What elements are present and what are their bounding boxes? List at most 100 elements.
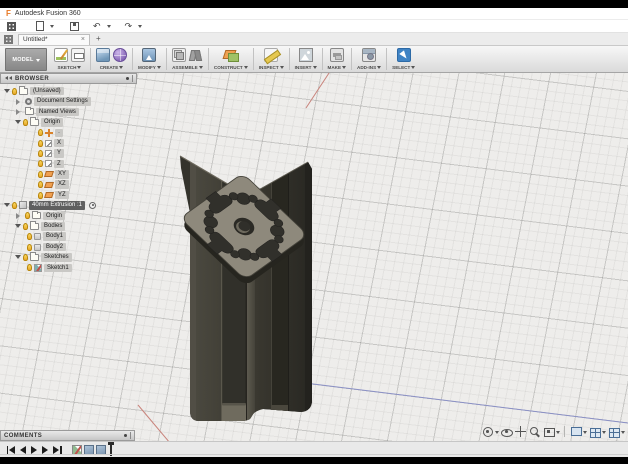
visibility-bulb-icon[interactable]	[38, 170, 43, 178]
timeline-go-to-end-button[interactable]	[53, 445, 62, 454]
redo-caret-icon[interactable]	[138, 25, 143, 30]
select-tool-icon[interactable]	[396, 47, 411, 62]
fit-icon[interactable]	[542, 425, 555, 438]
visibility-bulb-icon[interactable]	[38, 181, 43, 189]
redo-icon[interactable]: ↷	[125, 21, 133, 31]
expand-icon[interactable]	[4, 89, 10, 96]
modify-menu[interactable]: MODIFY	[138, 63, 161, 71]
orbit-caret-icon[interactable]	[495, 430, 499, 436]
construct-menu[interactable]: CONSTRUCT	[214, 63, 248, 71]
create-sketch-icon[interactable]	[54, 47, 68, 62]
panel-options-icon[interactable]	[124, 434, 127, 437]
browser-item-document-settings[interactable]: Document Settings	[0, 96, 137, 106]
app-launcher-icon[interactable]	[7, 21, 16, 31]
viewports-caret-icon[interactable]	[621, 430, 625, 436]
visibility-bulb-icon[interactable]	[38, 129, 43, 137]
create-box-icon[interactable]	[96, 47, 110, 62]
visibility-bulb-icon[interactable]	[23, 222, 28, 230]
visibility-bulb-icon[interactable]	[38, 150, 43, 158]
look-at-icon[interactable]	[500, 425, 513, 438]
file-menu-caret-icon[interactable]	[50, 25, 54, 30]
timeline-extrude-feature-icon[interactable]	[96, 444, 106, 455]
create-menu[interactable]: CREATE	[100, 63, 124, 71]
browser-item-xz-plane[interactable]: XZ	[0, 180, 137, 190]
scripts-addins-icon[interactable]	[362, 47, 377, 62]
insert-image-icon[interactable]	[298, 47, 313, 62]
make-menu[interactable]: MAKE	[328, 63, 347, 71]
select-menu[interactable]: SELECT	[392, 63, 416, 71]
create-form-icon[interactable]	[113, 47, 127, 62]
new-component-icon[interactable]	[171, 47, 186, 62]
undo-icon[interactable]: ↶	[93, 21, 101, 31]
browser-item-origin-point[interactable]: ·	[0, 128, 137, 138]
browser-item-bodies[interactable]: Bodies	[0, 221, 137, 231]
pan-icon[interactable]	[514, 425, 527, 438]
browser-item-sketches[interactable]: Sketches	[0, 252, 137, 262]
press-pull-icon[interactable]	[142, 47, 157, 62]
undo-caret-icon[interactable]	[106, 25, 111, 30]
viewports-icon[interactable]	[607, 425, 620, 438]
display-settings-icon[interactable]	[569, 425, 582, 438]
panel-options-icon[interactable]	[126, 77, 129, 80]
construction-plane-icon[interactable]	[224, 48, 239, 62]
timeline-sketch-feature-icon[interactable]	[72, 444, 82, 455]
visibility-bulb-icon[interactable]	[23, 253, 28, 261]
browser-item-named-views[interactable]: Named Views	[0, 106, 137, 117]
workspace-switcher-button[interactable]: MODEL	[5, 48, 47, 71]
data-panel-toggle-icon[interactable]	[4, 34, 13, 44]
grid-and-snaps-icon[interactable]	[588, 425, 601, 438]
visibility-bulb-icon[interactable]	[25, 212, 30, 220]
make-3d-print-icon[interactable]	[329, 47, 344, 62]
new-tab-button[interactable]: +	[96, 35, 101, 43]
display-settings-caret-icon[interactable]	[583, 430, 587, 436]
timeline-step-back-button[interactable]	[20, 445, 26, 454]
visibility-bulb-icon[interactable]	[12, 87, 17, 95]
sketch-menu[interactable]: SKETCH	[58, 63, 82, 71]
timeline-play-button[interactable]	[31, 445, 37, 454]
browser-item-x-axis[interactable]: X	[0, 138, 137, 148]
browser-item-y-axis[interactable]: Y	[0, 148, 137, 158]
collapse-icon[interactable]	[16, 212, 23, 219]
browser-item-sketch1[interactable]: Sketch1	[0, 263, 137, 273]
collapse-panel-icon[interactable]	[4, 75, 12, 82]
browser-item-component-40mm-extrusion[interactable]: 40mm Extrusion :1	[0, 200, 137, 210]
browser-item-xy-plane[interactable]: XY	[0, 169, 137, 179]
collapse-icon[interactable]	[16, 108, 23, 115]
orbit-icon[interactable]	[481, 425, 494, 438]
panel-scrollbar[interactable]	[132, 75, 133, 82]
browser-item-unsaved[interactable]: (Unsaved)	[0, 86, 137, 96]
collapse-icon[interactable]	[16, 98, 23, 105]
zoom-icon[interactable]	[528, 425, 541, 438]
assemble-menu[interactable]: ASSEMBLE	[172, 63, 203, 71]
visibility-bulb-icon[interactable]	[38, 139, 43, 147]
timeline-extrude-feature-icon[interactable]	[84, 444, 94, 455]
visibility-bulb-icon[interactable]	[23, 118, 28, 126]
expand-icon[interactable]	[15, 120, 21, 127]
panel-scrollbar[interactable]	[130, 432, 131, 439]
browser-item-body1[interactable]: Body1	[0, 231, 137, 241]
browser-item-body2[interactable]: Body2	[0, 242, 137, 252]
expand-icon[interactable]	[4, 203, 10, 210]
browser-header[interactable]: BROWSER	[0, 73, 137, 84]
expand-icon[interactable]	[15, 255, 21, 262]
visibility-bulb-icon[interactable]	[27, 243, 32, 251]
close-tab-icon[interactable]: ×	[81, 36, 85, 43]
joint-icon[interactable]	[189, 48, 203, 62]
browser-item-origin[interactable]: Origin	[0, 117, 137, 127]
browser-item-yz-plane[interactable]: YZ	[0, 190, 137, 200]
visibility-bulb-icon[interactable]	[12, 201, 17, 209]
visibility-bulb-icon[interactable]	[27, 233, 32, 241]
activate-component-radio[interactable]	[89, 201, 97, 209]
file-menu-icon[interactable]	[36, 21, 44, 31]
visibility-bulb-icon[interactable]	[38, 160, 43, 168]
grid-caret-icon[interactable]	[602, 430, 606, 436]
visibility-bulb-icon[interactable]	[38, 191, 43, 199]
browser-item-component-origin[interactable]: Origin	[0, 210, 137, 221]
timeline-playhead[interactable]	[108, 442, 114, 456]
expand-icon[interactable]	[15, 224, 21, 231]
insert-menu[interactable]: INSERT	[295, 63, 317, 71]
fit-caret-icon[interactable]	[556, 430, 560, 436]
measure-icon[interactable]	[264, 47, 279, 62]
visibility-bulb-icon[interactable]	[27, 264, 32, 272]
save-icon[interactable]	[70, 21, 79, 31]
